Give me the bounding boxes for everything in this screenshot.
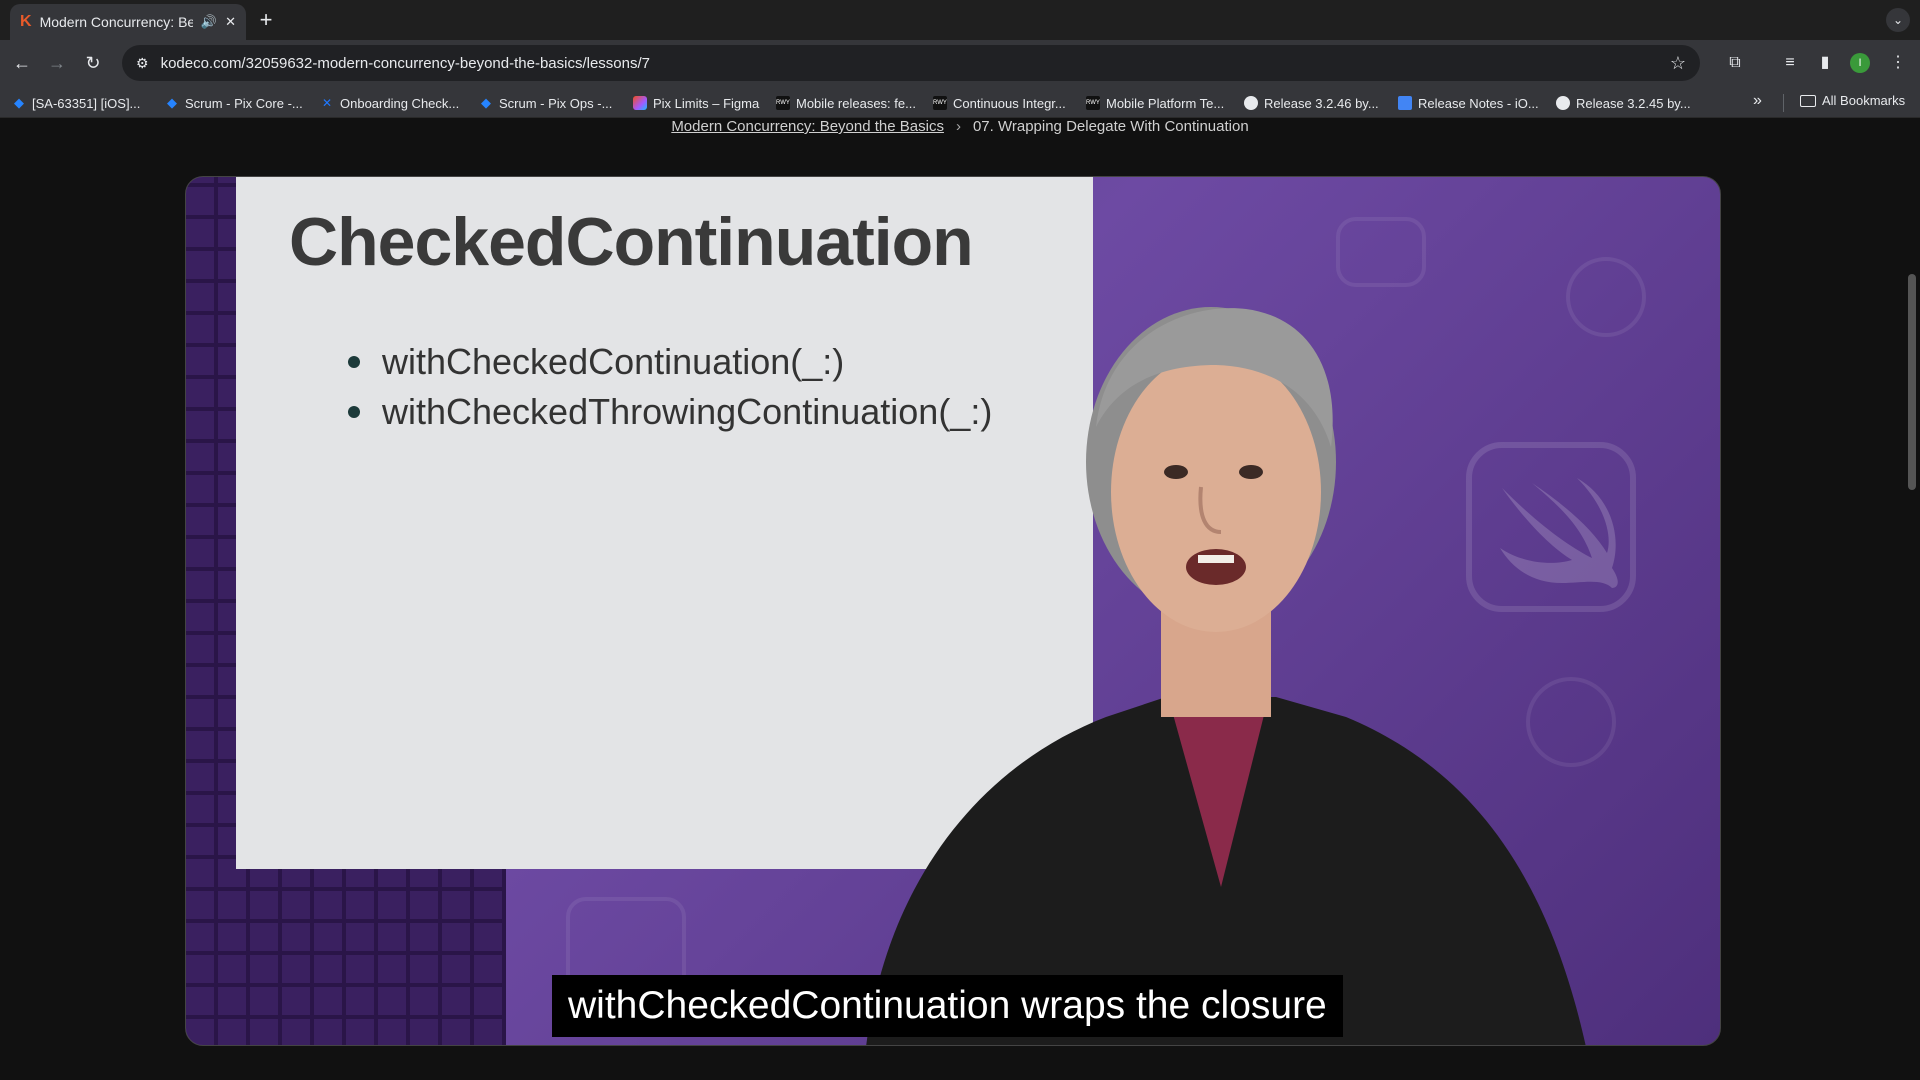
profile-avatar[interactable]: I bbox=[1850, 53, 1870, 73]
breadcrumb-course-link[interactable]: Modern Concurrency: Beyond the Basics bbox=[671, 118, 944, 135]
bookmarks-bar: ◆ [SA-63351] [iOS]... ◆ Scrum - Pix Core -… bbox=[0, 86, 1920, 118]
bookmark-item[interactable]: Release Notes - iO... bbox=[1398, 93, 1539, 113]
browser-toolbar: ← → ↻ ⚙ kodeco.com/32059632-modern-concu… bbox=[0, 40, 1920, 86]
docs-icon bbox=[1398, 96, 1412, 110]
browser-tab[interactable]: K Modern Concurrency: Beyond the Basics … bbox=[10, 4, 246, 40]
back-button[interactable]: ← bbox=[9, 50, 35, 76]
site-info-icon[interactable]: ⚙ bbox=[136, 55, 149, 72]
bookmark-item[interactable]: RWY Mobile Platform Te... bbox=[1086, 93, 1224, 113]
media-control-icon[interactable]: ≡ bbox=[1778, 51, 1802, 75]
kodeco-favicon-icon: K bbox=[20, 13, 32, 30]
bookmark-label: Mobile Platform Te... bbox=[1106, 95, 1225, 111]
bookmark-label: Release 3.2.45 by... bbox=[1576, 95, 1691, 111]
more-bookmarks-icon[interactable]: » bbox=[1753, 92, 1762, 110]
bookmark-label: Release Notes - iO... bbox=[1418, 95, 1539, 111]
rwy-icon: RWY bbox=[1086, 96, 1100, 110]
folder-icon bbox=[1800, 94, 1816, 107]
all-bookmarks-button[interactable]: All Bookmarks bbox=[1800, 93, 1905, 108]
extensions-icon[interactable]: ⧉ bbox=[1723, 51, 1747, 75]
chevron-right-icon: › bbox=[955, 118, 961, 135]
bullet-dot-icon bbox=[348, 406, 360, 418]
close-tab-icon[interactable]: ✕ bbox=[225, 14, 236, 30]
figma-icon bbox=[633, 96, 647, 110]
bookmark-item[interactable]: ◆ Scrum - Pix Core -... bbox=[165, 93, 303, 113]
scrollbar[interactable] bbox=[1908, 274, 1916, 490]
bookmark-item[interactable]: ◆ Scrum - Pix Ops -... bbox=[479, 93, 612, 113]
url-text[interactable]: kodeco.com/32059632-modern-concurrency-b… bbox=[161, 55, 1658, 72]
tab-search-button[interactable]: ⌄ bbox=[1886, 8, 1910, 32]
bookmark-label: Scrum - Pix Ops -... bbox=[499, 95, 613, 111]
bookmark-item[interactable]: Release 3.2.45 by... bbox=[1556, 93, 1691, 113]
bookmark-star-icon[interactable]: ☆ bbox=[1670, 53, 1686, 74]
bullet-dot-icon bbox=[348, 356, 360, 368]
bookmark-label: Release 3.2.46 by... bbox=[1264, 95, 1379, 111]
breadcrumb-lesson: 07. Wrapping Delegate With Continuation bbox=[972, 118, 1249, 135]
breadcrumb: Modern Concurrency: Beyond the Basics › 07… bbox=[0, 118, 1920, 138]
tab-strip: K Modern Concurrency: Beyond the Basics … bbox=[0, 0, 1920, 40]
bookmark-label: Mobile releases: fe... bbox=[796, 95, 916, 111]
bookmark-item[interactable]: Release 3.2.46 by... bbox=[1244, 93, 1379, 113]
address-bar[interactable]: ⚙ kodeco.com/32059632-modern-concurrency… bbox=[122, 45, 1700, 81]
bookmark-item[interactable]: Pix Limits – Figma bbox=[633, 93, 759, 113]
bookmark-label: [SA-63351] [iOS]... bbox=[32, 95, 141, 111]
reload-button[interactable]: ↻ bbox=[80, 50, 106, 76]
jira-icon: ◆ bbox=[14, 95, 24, 110]
menu-kebab-icon[interactable]: ⋮ bbox=[1886, 51, 1910, 75]
forward-button[interactable]: → bbox=[44, 50, 70, 76]
jira-icon: ◆ bbox=[167, 95, 177, 110]
speaker-icon[interactable]: 🔊 bbox=[201, 14, 217, 30]
rwy-icon: RWY bbox=[776, 96, 790, 110]
bookmark-label: Continuous Integr... bbox=[953, 95, 1066, 111]
new-tab-button[interactable]: + bbox=[252, 6, 280, 34]
jira-icon: ✕ bbox=[321, 96, 333, 110]
bookmark-label: Scrum - Pix Core -... bbox=[185, 95, 303, 111]
presenter-image bbox=[826, 247, 1626, 1045]
jira-icon: ◆ bbox=[481, 95, 491, 110]
bookmark-label: Pix Limits – Figma bbox=[653, 95, 760, 111]
bookmark-item[interactable]: RWY Mobile releases: fe... bbox=[776, 93, 916, 113]
github-icon bbox=[1556, 96, 1570, 110]
tab-title: Modern Concurrency: Beyond the Basics bbox=[39, 14, 193, 30]
rwy-icon: RWY bbox=[933, 96, 947, 110]
bookmark-label: Onboarding Check... bbox=[340, 95, 460, 111]
bookmark-item[interactable]: RWY Continuous Integr... bbox=[933, 93, 1066, 113]
bullet-text: withCheckedContinuation(_:) bbox=[382, 341, 845, 382]
bookmark-item[interactable]: ✕ Onboarding Check... bbox=[320, 93, 459, 113]
video-player[interactable]: CheckedContinuation withCheckedContinuat… bbox=[185, 176, 1721, 1046]
video-caption: withCheckedContinuation wraps the closur… bbox=[552, 975, 1343, 1037]
bookmark-item[interactable]: ◆ [SA-63351] [iOS]... bbox=[12, 93, 140, 113]
bookmarks-divider bbox=[1783, 94, 1784, 112]
side-panel-icon[interactable]: ▮ bbox=[1813, 51, 1837, 75]
all-bookmarks-label: All Bookmarks bbox=[1822, 93, 1906, 108]
github-icon bbox=[1244, 96, 1258, 110]
